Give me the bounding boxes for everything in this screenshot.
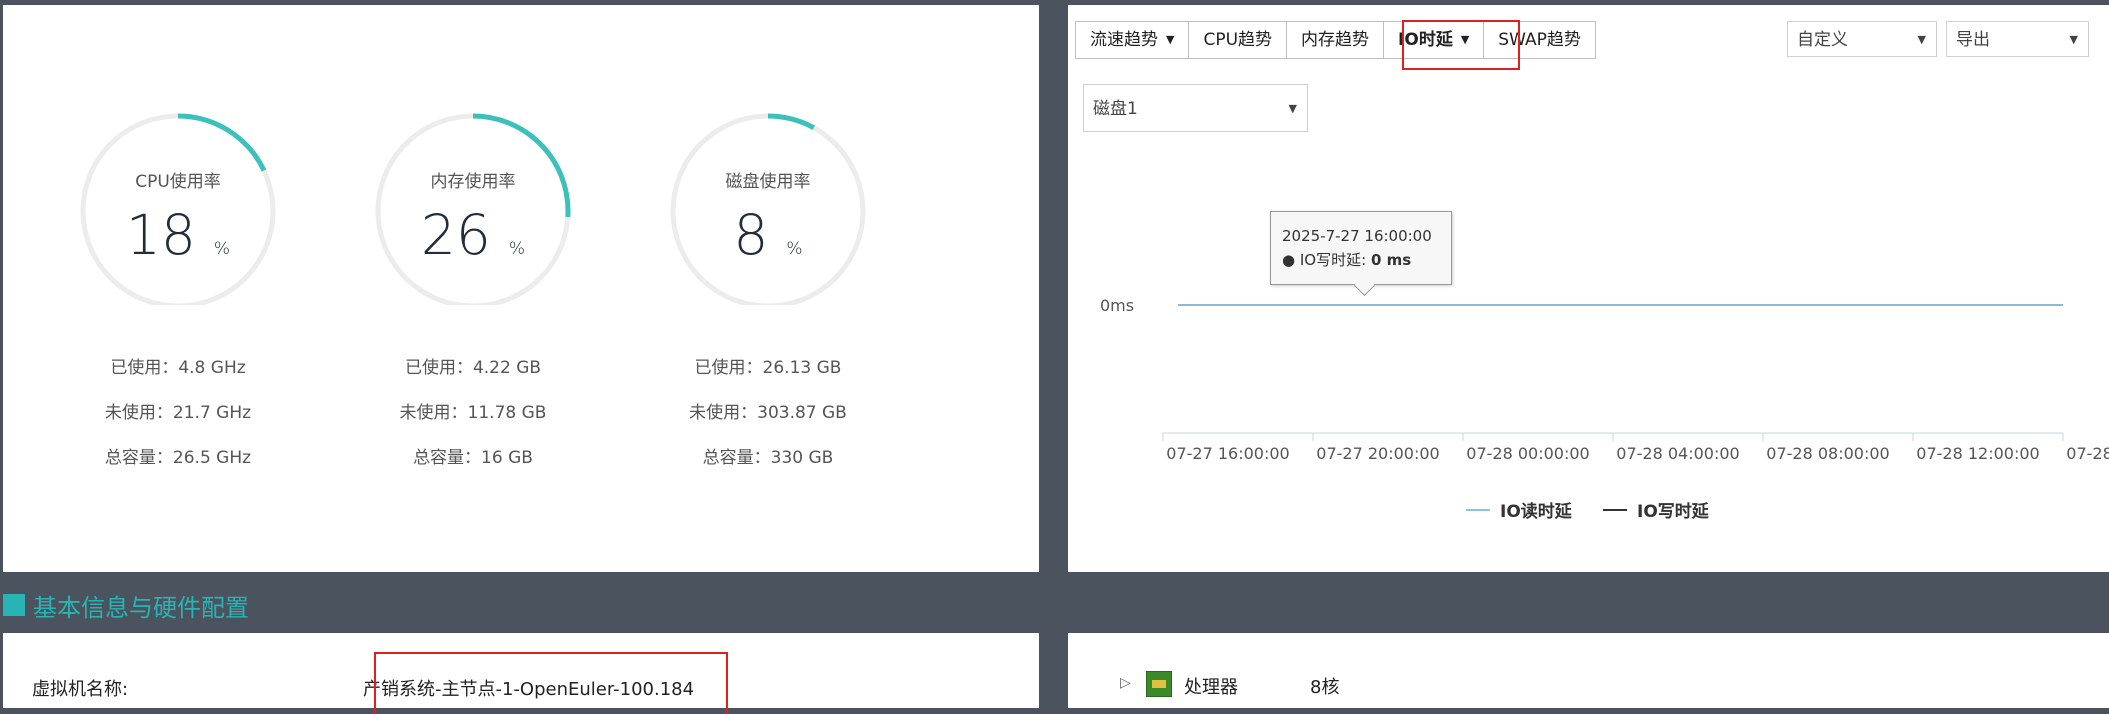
gauge-used: 已使用：4.22 GB: [404, 358, 542, 378]
legend-item[interactable]: IO读时延: [1466, 497, 1572, 522]
gauge-free: 未使用：11.78 GB: [399, 403, 547, 423]
x-tick-label: 07-28 04:00:00: [1616, 444, 1739, 463]
trend-chart-panel: 流速趋势 ▼ CPU趋势 内存趋势 IO时延 ▼ SWAP趋势 自定义 ▼ 导出 ▼ 磁盘1…: [1068, 5, 2109, 572]
basic-info-panel: 虚拟机名称: 产销系统-主节点-1-OpenEuler-100.184: [3, 633, 1039, 714]
gauge-total: 总容量：330 GB: [702, 448, 834, 468]
chart-tooltip: 2025-7-27 16:00:00 ● IO写时延: 0 ms: [1270, 211, 1452, 297]
tooltip-series: IO写时延:: [1299, 251, 1371, 269]
gauge: 内存使用率 26% 已使用：4.22 GB 未使用：11.78 GB 总容量：16 GB: [323, 5, 623, 468]
gauge-unit: %: [508, 239, 526, 259]
usage-gauges-panel: CPU使用率 18% 已使用：4.8 GHz 未使用：21.7 GHz 总容量：26.5…: [3, 5, 1039, 572]
x-tick-label: 07-28 08:00:00: [1766, 444, 1889, 463]
gauge-free: 未使用：21.7 GHz: [104, 403, 252, 423]
gauge-total: 总容量：16 GB: [413, 448, 533, 468]
legend-swatch: [1466, 508, 1490, 511]
section-title: 基本信息与硬件配置: [3, 590, 249, 622]
gauge-total: 总容量：26.5 GHz: [104, 448, 252, 468]
gauge-used: 已使用：26.13 GB: [694, 358, 842, 378]
legend-label: IO写时延: [1637, 502, 1709, 522]
gauge: CPU使用率 18% 已使用：4.8 GHz 未使用：21.7 GHz 总容量：26.5…: [28, 5, 328, 468]
gauge-value: 8%: [733, 203, 803, 267]
cpu-chip-icon: [1146, 671, 1172, 697]
section-title-text: 基本信息与硬件配置: [33, 593, 249, 622]
gauge-unit: %: [213, 239, 231, 259]
x-tick-label: 07-28 00:00:00: [1466, 444, 1589, 463]
cpu-label: 处理器: [1184, 677, 1238, 698]
gauge-value: 18%: [125, 203, 231, 267]
gauge: 磁盘使用率 8% 已使用：26.13 GB 未使用：303.87 GB 总容量：330 …: [618, 5, 918, 468]
highlight-box-vm-name: [374, 652, 728, 714]
gauge-title: 磁盘使用率: [725, 172, 811, 192]
io-latency-chart: 0ms 07-27 16:00:00 07-27 20:00:00 07-28 00:…: [1100, 296, 2109, 463]
bullet-icon: ●: [1282, 251, 1296, 269]
hardware-config-panel: ▷ 处理器 8核: [1068, 633, 2109, 708]
expand-triangle-icon[interactable]: ▷: [1120, 675, 1131, 691]
vm-name-label: 虚拟机名称:: [32, 679, 129, 700]
x-tick-label: 07-28 16:00:00: [2066, 444, 2109, 463]
tooltip-row: ● IO写时延: 0 ms: [1282, 249, 1411, 270]
gauge-used: 已使用：4.8 GHz: [110, 358, 246, 378]
y-tick-label: 0ms: [1100, 296, 1134, 315]
legend-item[interactable]: IO写时延: [1603, 497, 1709, 522]
gauge-value: 26%: [420, 203, 526, 267]
tooltip-value: 0 ms: [1370, 251, 1412, 269]
gauge-unit: %: [786, 239, 803, 259]
gauge-title: 内存使用率: [430, 172, 516, 192]
x-tick-label: 07-27 20:00:00: [1316, 444, 1439, 463]
section-marker-icon: [3, 594, 25, 616]
legend-swatch: [1603, 508, 1627, 511]
gauge-title: CPU使用率: [135, 172, 221, 192]
cpu-value: 8核: [1310, 677, 1340, 698]
gauge-free: 未使用：303.87 GB: [689, 403, 847, 423]
x-tick-label: 07-27 16:00:00: [1166, 444, 1289, 463]
legend-label: IO读时延: [1500, 502, 1572, 522]
tooltip-date: 2025-7-27 16:00:00: [1282, 227, 1432, 245]
x-tick-label: 07-28 12:00:00: [1916, 444, 2039, 463]
